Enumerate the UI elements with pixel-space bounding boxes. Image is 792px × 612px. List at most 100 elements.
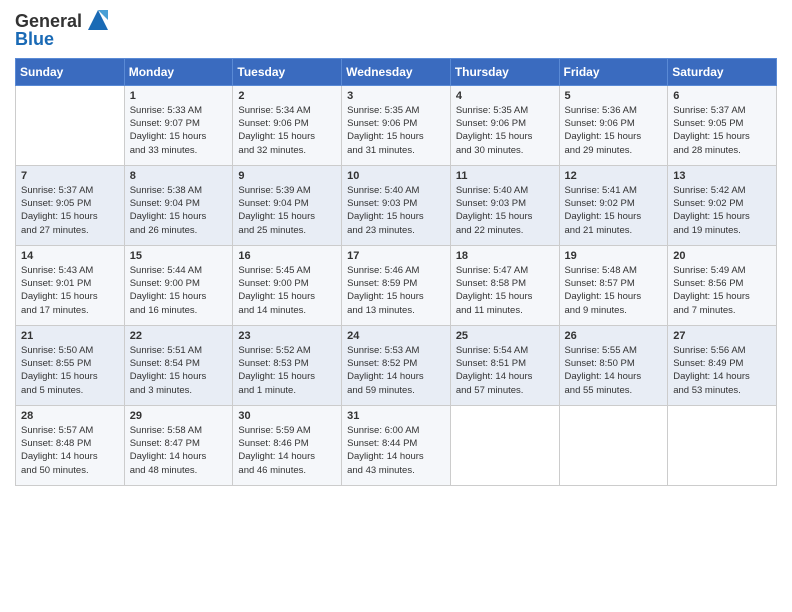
day-cell: 24 Sunrise: 5:53 AM Sunset: 8:52 PM Dayli… xyxy=(342,325,451,405)
day-info: Sunrise: 5:50 AM Sunset: 8:55 PM Dayligh… xyxy=(21,344,119,397)
day-cell: 31 Sunrise: 6:00 AM Sunset: 8:44 PM Dayli… xyxy=(342,405,451,485)
day-number: 25 xyxy=(456,330,554,342)
day-info: Sunrise: 5:40 AM Sunset: 9:03 PM Dayligh… xyxy=(347,184,445,237)
logo-blue: Blue xyxy=(15,30,54,50)
day-info: Sunrise: 5:54 AM Sunset: 8:51 PM Dayligh… xyxy=(456,344,554,397)
day-number: 17 xyxy=(347,250,445,262)
day-cell: 28 Sunrise: 5:57 AM Sunset: 8:48 PM Dayli… xyxy=(16,405,125,485)
day-cell: 3 Sunrise: 5:35 AM Sunset: 9:06 PM Daylig… xyxy=(342,85,451,165)
day-info: Sunrise: 5:48 AM Sunset: 8:57 PM Dayligh… xyxy=(565,264,663,317)
day-number: 28 xyxy=(21,410,119,422)
day-cell xyxy=(559,405,668,485)
day-info: Sunrise: 5:43 AM Sunset: 9:01 PM Dayligh… xyxy=(21,264,119,317)
day-info: Sunrise: 5:42 AM Sunset: 9:02 PM Dayligh… xyxy=(673,184,771,237)
day-info: Sunrise: 5:39 AM Sunset: 9:04 PM Dayligh… xyxy=(238,184,336,237)
day-info: Sunrise: 6:00 AM Sunset: 8:44 PM Dayligh… xyxy=(347,424,445,477)
header-row: SundayMondayTuesdayWednesdayThursdayFrid… xyxy=(16,58,777,85)
day-info: Sunrise: 5:38 AM Sunset: 9:04 PM Dayligh… xyxy=(130,184,228,237)
day-info: Sunrise: 5:34 AM Sunset: 9:06 PM Dayligh… xyxy=(238,104,336,157)
day-info: Sunrise: 5:57 AM Sunset: 8:48 PM Dayligh… xyxy=(21,424,119,477)
day-number: 13 xyxy=(673,170,771,182)
header-cell-thursday: Thursday xyxy=(450,58,559,85)
day-cell: 5 Sunrise: 5:36 AM Sunset: 9:06 PM Daylig… xyxy=(559,85,668,165)
day-number: 22 xyxy=(130,330,228,342)
day-number: 14 xyxy=(21,250,119,262)
day-cell: 18 Sunrise: 5:47 AM Sunset: 8:58 PM Dayli… xyxy=(450,245,559,325)
day-number: 21 xyxy=(21,330,119,342)
day-info: Sunrise: 5:51 AM Sunset: 8:54 PM Dayligh… xyxy=(130,344,228,397)
day-cell: 30 Sunrise: 5:59 AM Sunset: 8:46 PM Dayli… xyxy=(233,405,342,485)
week-row-5: 28 Sunrise: 5:57 AM Sunset: 8:48 PM Dayli… xyxy=(16,405,777,485)
day-number: 6 xyxy=(673,90,771,102)
day-info: Sunrise: 5:35 AM Sunset: 9:06 PM Dayligh… xyxy=(456,104,554,157)
day-cell: 27 Sunrise: 5:56 AM Sunset: 8:49 PM Dayli… xyxy=(668,325,777,405)
day-cell: 9 Sunrise: 5:39 AM Sunset: 9:04 PM Daylig… xyxy=(233,165,342,245)
calendar-page: General Blue SundayMondayTuesdayWednesda… xyxy=(0,0,792,501)
day-info: Sunrise: 5:37 AM Sunset: 9:05 PM Dayligh… xyxy=(21,184,119,237)
day-number: 1 xyxy=(130,90,228,102)
day-cell xyxy=(16,85,125,165)
day-cell: 4 Sunrise: 5:35 AM Sunset: 9:06 PM Daylig… xyxy=(450,85,559,165)
day-info: Sunrise: 5:40 AM Sunset: 9:03 PM Dayligh… xyxy=(456,184,554,237)
day-info: Sunrise: 5:49 AM Sunset: 8:56 PM Dayligh… xyxy=(673,264,771,317)
day-cell: 21 Sunrise: 5:50 AM Sunset: 8:55 PM Dayli… xyxy=(16,325,125,405)
day-cell: 23 Sunrise: 5:52 AM Sunset: 8:53 PM Dayli… xyxy=(233,325,342,405)
day-number: 11 xyxy=(456,170,554,182)
day-number: 20 xyxy=(673,250,771,262)
day-number: 9 xyxy=(238,170,336,182)
week-row-2: 7 Sunrise: 5:37 AM Sunset: 9:05 PM Daylig… xyxy=(16,165,777,245)
week-row-1: 1 Sunrise: 5:33 AM Sunset: 9:07 PM Daylig… xyxy=(16,85,777,165)
day-number: 30 xyxy=(238,410,336,422)
day-info: Sunrise: 5:52 AM Sunset: 8:53 PM Dayligh… xyxy=(238,344,336,397)
day-number: 4 xyxy=(456,90,554,102)
day-number: 5 xyxy=(565,90,663,102)
header-cell-monday: Monday xyxy=(124,58,233,85)
day-info: Sunrise: 5:33 AM Sunset: 9:07 PM Dayligh… xyxy=(130,104,228,157)
day-info: Sunrise: 5:36 AM Sunset: 9:06 PM Dayligh… xyxy=(565,104,663,157)
day-cell xyxy=(450,405,559,485)
day-cell: 25 Sunrise: 5:54 AM Sunset: 8:51 PM Dayli… xyxy=(450,325,559,405)
logo: General Blue xyxy=(15,10,112,50)
header-cell-friday: Friday xyxy=(559,58,668,85)
day-cell: 2 Sunrise: 5:34 AM Sunset: 9:06 PM Daylig… xyxy=(233,85,342,165)
day-cell: 12 Sunrise: 5:41 AM Sunset: 9:02 PM Dayli… xyxy=(559,165,668,245)
day-number: 12 xyxy=(565,170,663,182)
day-info: Sunrise: 5:44 AM Sunset: 9:00 PM Dayligh… xyxy=(130,264,228,317)
header-cell-saturday: Saturday xyxy=(668,58,777,85)
day-info: Sunrise: 5:41 AM Sunset: 9:02 PM Dayligh… xyxy=(565,184,663,237)
day-number: 3 xyxy=(347,90,445,102)
week-row-3: 14 Sunrise: 5:43 AM Sunset: 9:01 PM Dayli… xyxy=(16,245,777,325)
day-number: 18 xyxy=(456,250,554,262)
day-info: Sunrise: 5:35 AM Sunset: 9:06 PM Dayligh… xyxy=(347,104,445,157)
day-cell: 7 Sunrise: 5:37 AM Sunset: 9:05 PM Daylig… xyxy=(16,165,125,245)
day-cell: 8 Sunrise: 5:38 AM Sunset: 9:04 PM Daylig… xyxy=(124,165,233,245)
day-info: Sunrise: 5:47 AM Sunset: 8:58 PM Dayligh… xyxy=(456,264,554,317)
day-info: Sunrise: 5:45 AM Sunset: 9:00 PM Dayligh… xyxy=(238,264,336,317)
week-row-4: 21 Sunrise: 5:50 AM Sunset: 8:55 PM Dayli… xyxy=(16,325,777,405)
day-info: Sunrise: 5:46 AM Sunset: 8:59 PM Dayligh… xyxy=(347,264,445,317)
day-number: 24 xyxy=(347,330,445,342)
day-number: 27 xyxy=(673,330,771,342)
day-number: 10 xyxy=(347,170,445,182)
day-info: Sunrise: 5:55 AM Sunset: 8:50 PM Dayligh… xyxy=(565,344,663,397)
day-number: 16 xyxy=(238,250,336,262)
day-number: 8 xyxy=(130,170,228,182)
header-cell-sunday: Sunday xyxy=(16,58,125,85)
day-number: 19 xyxy=(565,250,663,262)
day-number: 15 xyxy=(130,250,228,262)
day-cell: 16 Sunrise: 5:45 AM Sunset: 9:00 PM Dayli… xyxy=(233,245,342,325)
calendar-table: SundayMondayTuesdayWednesdayThursdayFrid… xyxy=(15,58,777,486)
day-number: 2 xyxy=(238,90,336,102)
day-cell: 20 Sunrise: 5:49 AM Sunset: 8:56 PM Dayli… xyxy=(668,245,777,325)
day-info: Sunrise: 5:53 AM Sunset: 8:52 PM Dayligh… xyxy=(347,344,445,397)
day-cell: 10 Sunrise: 5:40 AM Sunset: 9:03 PM Dayli… xyxy=(342,165,451,245)
day-number: 7 xyxy=(21,170,119,182)
day-info: Sunrise: 5:59 AM Sunset: 8:46 PM Dayligh… xyxy=(238,424,336,477)
day-cell: 17 Sunrise: 5:46 AM Sunset: 8:59 PM Dayli… xyxy=(342,245,451,325)
day-cell: 6Sunrise: 5:37 AM Sunset: 9:05 PM Daylig… xyxy=(668,85,777,165)
day-number: 23 xyxy=(238,330,336,342)
day-number: 31 xyxy=(347,410,445,422)
day-cell: 13 Sunrise: 5:42 AM Sunset: 9:02 PM Dayli… xyxy=(668,165,777,245)
day-info: Sunrise: 5:58 AM Sunset: 8:47 PM Dayligh… xyxy=(130,424,228,477)
day-info: Sunrise: 5:56 AM Sunset: 8:49 PM Dayligh… xyxy=(673,344,771,397)
